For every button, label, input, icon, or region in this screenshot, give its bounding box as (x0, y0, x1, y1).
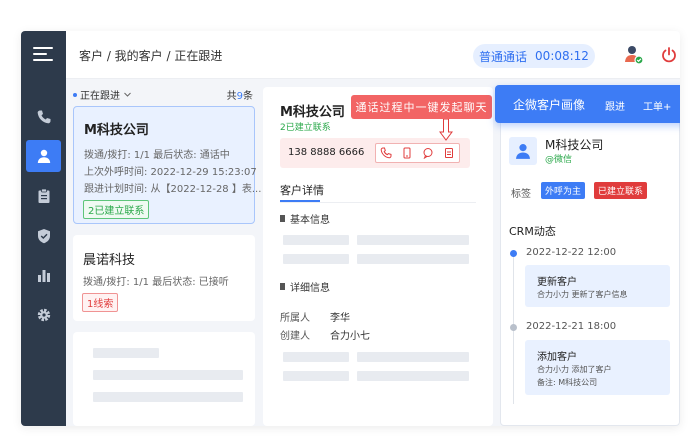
sidebar-item-reports[interactable] (26, 259, 61, 291)
sidebar-item-tasks[interactable] (26, 180, 61, 212)
skeleton-line (357, 352, 469, 362)
skeleton-line (283, 352, 349, 362)
phone-actions (375, 143, 460, 163)
message-icon[interactable] (422, 147, 434, 159)
bookmark-icon (280, 283, 285, 290)
timeline-card[interactable]: 更新客户 合力小力 更新了客户信息 (525, 265, 670, 307)
crm-title: CRM动态 (509, 225, 556, 238)
section-detail-info: 详细信息 (280, 279, 330, 294)
customer-avatar (509, 137, 537, 165)
skeleton-line (283, 254, 349, 264)
timeline-title: 更新客户 (537, 277, 577, 288)
app-window: 客户 / 我的客户 / 正在跟进 普通通话 00:08:12 正在跟进 共9条 … (21, 31, 680, 426)
status-badge: 1线索 (82, 293, 119, 312)
last-call-time: 上次外呼时间: 2022-12-29 15:23:07 (84, 167, 257, 178)
phone-icon[interactable] (380, 147, 392, 159)
user-icon (516, 144, 530, 159)
status-badge: 2已建立联系 (83, 200, 150, 219)
arrow-down-icon (439, 119, 453, 141)
timeline-dot (510, 250, 517, 257)
follow-plan: 跟进计划时间: 从【2022-12-28 】表... (84, 184, 262, 195)
bookmark-icon (280, 215, 285, 222)
timeline-card[interactable]: 添加客户 合力小力 添加了客户 备注: M科技公司 (525, 340, 670, 395)
call-stats: 拨通/拨打: 1/1 最后状态: 已接听 (83, 277, 229, 288)
sidebar-item-security[interactable] (26, 220, 61, 252)
list-header: 正在跟进 共9条 (73, 87, 253, 102)
portrait-title: 企微客户画像 (513, 98, 586, 112)
creator-field: 创建人 合力小七 (280, 331, 370, 342)
timeline-time: 2022-12-22 12:00 (526, 247, 617, 258)
ticket-button[interactable]: 工单+ (643, 98, 671, 113)
timeline-dot (510, 324, 517, 331)
filter-dropdown[interactable]: 正在跟进 (80, 87, 120, 102)
timeline-line-text: 合力小力 添加了客户 (537, 365, 612, 374)
call-stats: 拨通/拨打: 1/1 最后状态: 通话中 (84, 150, 230, 161)
breadcrumb: 客户 / 我的客户 / 正在跟进 (79, 49, 223, 63)
phone-bar: 138 8888 6666 (280, 138, 470, 168)
avatar[interactable] (622, 43, 644, 65)
tag-chip: 已建立联系 (594, 182, 648, 199)
sidebar-item-customers[interactable] (26, 140, 61, 172)
list-item[interactable]: M科技公司 拨通/拨打: 1/1 最后状态: 通话中 上次外呼时间: 2022-… (73, 106, 261, 224)
menu-icon[interactable] (33, 47, 53, 63)
skeleton-line (283, 371, 349, 381)
status-dot (73, 92, 77, 97)
sidebar-item-settings[interactable] (26, 299, 61, 331)
call-type-label: 普通通话 (479, 49, 528, 64)
timeline-line-text: 合力小力 更新了客户信息 (537, 290, 628, 299)
power-icon[interactable] (660, 46, 678, 64)
tags-label: 标签 (511, 189, 531, 200)
timeline-title: 添加客户 (537, 352, 577, 363)
list-item-placeholder (73, 332, 255, 426)
section-basic-info: 基本信息 (280, 211, 330, 226)
portrait-customer-name: M科技公司 (545, 138, 604, 152)
detail-company-name: M科技公司 (280, 105, 345, 120)
user-icon (37, 149, 50, 163)
skeleton-line (357, 235, 469, 245)
call-status-pill[interactable]: 普通通话 00:08:12 (473, 44, 595, 68)
clipboard-icon (38, 188, 49, 203)
divider (280, 202, 476, 203)
list-total: 共9条 (226, 91, 253, 102)
feature-callout: 通话过程中一键发起聊天 (351, 95, 492, 119)
mobile-icon[interactable] (401, 147, 413, 159)
phone-number: 138 8888 6666 (288, 147, 365, 158)
sidebar-item-phone[interactable] (26, 101, 61, 133)
skeleton-line (283, 235, 349, 245)
skeleton-line (93, 348, 159, 358)
tag-chip: 外呼为主 (541, 182, 586, 199)
portrait-header: 企微客户画像 跟进 工单+ (495, 85, 680, 123)
phone-icon (37, 110, 50, 124)
skeleton-line (93, 370, 243, 380)
customer-list: 正在跟进 共9条 M科技公司 拨通/拨打: 1/1 最后状态: 通话中 上次外呼… (71, 79, 261, 426)
follow-button[interactable]: 跟进 (605, 98, 625, 113)
tab-customer-detail[interactable]: 客户详情 (280, 182, 324, 202)
gear-icon (37, 308, 50, 322)
skeleton-line (357, 254, 469, 264)
customer-name: 晨诺科技 (83, 253, 136, 268)
document-icon[interactable] (443, 147, 455, 159)
detail-status: 2已建立联系 (280, 123, 331, 133)
timeline-time: 2022-12-21 18:00 (526, 321, 617, 332)
skeleton-line (357, 371, 469, 381)
customer-name: M科技公司 (84, 123, 149, 138)
portrait-channel: @微信 (545, 155, 573, 165)
chevron-down-icon[interactable] (123, 90, 132, 99)
shield-icon (37, 229, 50, 244)
top-header: 客户 / 我的客户 / 正在跟进 普通通话 00:08:12 (66, 31, 680, 79)
customer-detail-panel: M科技公司 2已建立联系 138 8888 6666 客户详情 基本信息 详细信… (263, 87, 493, 426)
owner-field: 所属人 李华 (280, 313, 350, 324)
call-timer: 00:08:12 (535, 49, 589, 63)
timeline-line-text: 备注: M科技公司 (537, 378, 598, 387)
skeleton-line (93, 392, 243, 402)
list-item[interactable]: 晨诺科技 拨通/拨打: 1/1 最后状态: 已接听 1线索 (73, 235, 255, 321)
sidebar (21, 31, 66, 426)
bar-chart-icon (37, 270, 50, 282)
